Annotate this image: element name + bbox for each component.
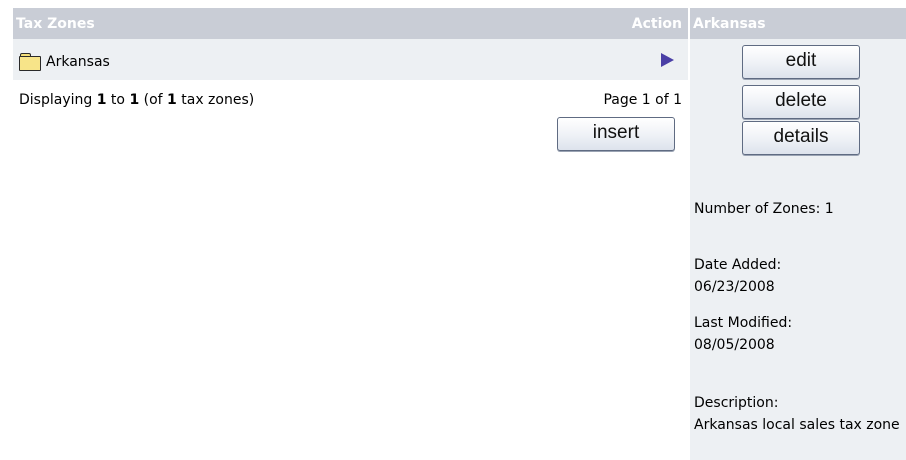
edit-button[interactable]: edit [742,45,860,79]
table-row[interactable]: Arkansas [13,39,688,80]
panel-title: Arkansas [690,8,906,39]
details-button[interactable]: details [742,121,860,155]
list-header: Tax Zones Action [13,8,688,39]
date-added-label: Date Added: [694,257,782,273]
date-added-value: 06/23/2008 [694,279,775,295]
tax-zones-list: Tax Zones Action Arkansas Displaying 1 t… [13,8,688,108]
zone-name: Arkansas [46,53,110,70]
column-header-action: Action [631,15,682,32]
zone-cell: Arkansas [19,52,110,71]
description-value: Arkansas local sales tax zone [694,417,900,433]
display-count: Displaying 1 to 1 (of 1 tax zones) [19,92,255,108]
delete-button[interactable]: delete [742,85,860,119]
description-label: Description: [694,395,779,411]
number-of-zones: Number of Zones: 1 [694,201,834,217]
zone-detail-panel: Arkansas edit delete details Number of Z… [690,8,906,460]
page-info: Page 1 of 1 [603,92,682,108]
column-header-tax-zones: Tax Zones [16,15,95,32]
insert-button[interactable]: insert [557,117,675,151]
pagination-info: Displaying 1 to 1 (of 1 tax zones) Page … [13,80,688,108]
last-modified-label: Last Modified: [694,315,793,331]
last-modified-value: 08/05/2008 [694,337,775,353]
select-arrow-icon[interactable] [661,52,674,67]
folder-icon [19,52,41,71]
